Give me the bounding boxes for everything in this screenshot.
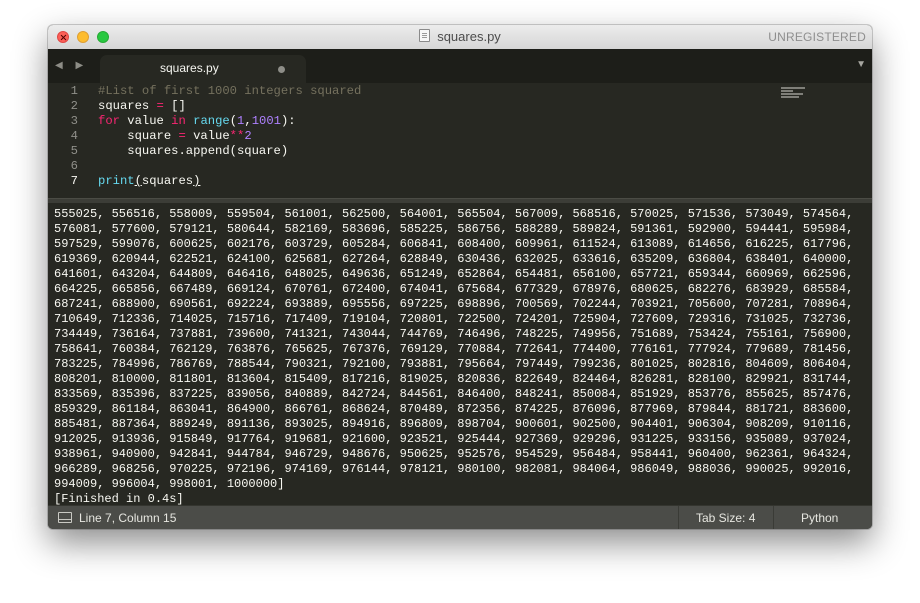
panel-toggle-icon[interactable] [58, 512, 72, 523]
line-number-gutter: 1 2 3 4 5 6 7 [48, 84, 78, 189]
output-line: 758641, 760384, 762129, 763876, 765625, … [54, 342, 854, 356]
sublime-window: squares.py UNREGISTERED ◀ ▶ squares.py ▼… [48, 25, 872, 529]
output-line: 710649, 712336, 714025, 715716, 717409, … [54, 312, 854, 326]
output-line: 619369, 620944, 622521, 624100, 625681, … [54, 252, 854, 266]
build-output-panel[interactable]: 555025, 556516, 558009, 559504, 561001, … [48, 203, 872, 506]
unsaved-dot-icon[interactable] [278, 66, 285, 73]
line-number: 1 [70, 84, 78, 98]
title-bar[interactable]: squares.py UNREGISTERED [48, 25, 872, 50]
output-line: 687241, 688900, 690561, 692224, 693889, … [54, 297, 854, 311]
line-number: 3 [70, 114, 78, 128]
output-line: 938961, 940900, 942841, 944784, 946729, … [54, 447, 854, 461]
window-title: squares.py [437, 29, 501, 44]
output-line: 808201, 810000, 811801, 813604, 815409, … [54, 372, 854, 386]
line-number-active: 7 [70, 174, 78, 188]
output-line: 885481, 887364, 889249, 891136, 893025, … [54, 417, 854, 431]
code-line[interactable]: for value in range(1,1001): [98, 114, 772, 129]
output-line: 664225, 665856, 667489, 669124, 670761, … [54, 282, 854, 296]
tab-nav-arrows-icon[interactable]: ◀ ▶ [55, 60, 88, 71]
line-number: 2 [70, 99, 78, 113]
document-icon [419, 29, 431, 42]
code-line[interactable] [98, 159, 772, 174]
tab-dropdown-icon[interactable]: ▼ [856, 59, 866, 70]
status-bar: Line 7, Column 15 Tab Size: 4 Python [48, 505, 872, 529]
tab-size-selector[interactable]: Tab Size: 4 [696, 511, 755, 525]
code-area[interactable]: #List of first 1000 integers squared squ… [98, 84, 772, 189]
output-line: 641601, 643204, 644809, 646416, 648025, … [54, 267, 854, 281]
minimap[interactable] [781, 87, 807, 98]
cursor-position: Line 7, Column 15 [79, 511, 177, 525]
output-line: 597529, 599076, 600625, 602176, 603729, … [54, 237, 854, 251]
output-line: 734449, 736164, 737881, 739600, 741321, … [54, 327, 854, 341]
window-title-container: squares.py [48, 25, 872, 49]
output-line: 833569, 835396, 837225, 839056, 840889, … [54, 387, 854, 401]
output-line: 576081, 577600, 579121, 580644, 582169, … [54, 222, 854, 236]
tab-label: squares.py [160, 61, 219, 75]
output-line: 994009, 996004, 998001, 1000000] [54, 477, 285, 491]
code-editor[interactable]: 1 2 3 4 5 6 7 #List of first 1000 intege… [48, 83, 872, 199]
syntax-selector[interactable]: Python [801, 511, 838, 525]
output-line: 783225, 784996, 786769, 788544, 790321, … [54, 357, 854, 371]
code-line[interactable]: print(squares) [98, 174, 772, 189]
output-line: 555025, 556516, 558009, 559504, 561001, … [54, 207, 854, 221]
code-line[interactable]: squares = [] [98, 99, 772, 114]
status-divider [678, 506, 679, 529]
output-line: 859329, 861184, 863041, 864900, 866761, … [54, 402, 854, 416]
tab-squares-py[interactable]: squares.py [100, 55, 306, 83]
output-line: 912025, 913936, 915849, 917764, 919681, … [54, 432, 854, 446]
line-number: 6 [70, 159, 78, 173]
code-line[interactable]: #List of first 1000 integers squared [98, 84, 772, 99]
unregistered-label: UNREGISTERED [768, 30, 866, 44]
line-number: 4 [70, 129, 78, 143]
output-line: 966289, 968256, 970225, 972196, 974169, … [54, 462, 854, 476]
status-divider [773, 506, 774, 529]
code-line[interactable]: squares.append(square) [98, 144, 772, 159]
tab-bar: ◀ ▶ squares.py ▼ [48, 49, 872, 83]
code-line[interactable]: square = value**2 [98, 129, 772, 144]
line-number: 5 [70, 144, 78, 158]
